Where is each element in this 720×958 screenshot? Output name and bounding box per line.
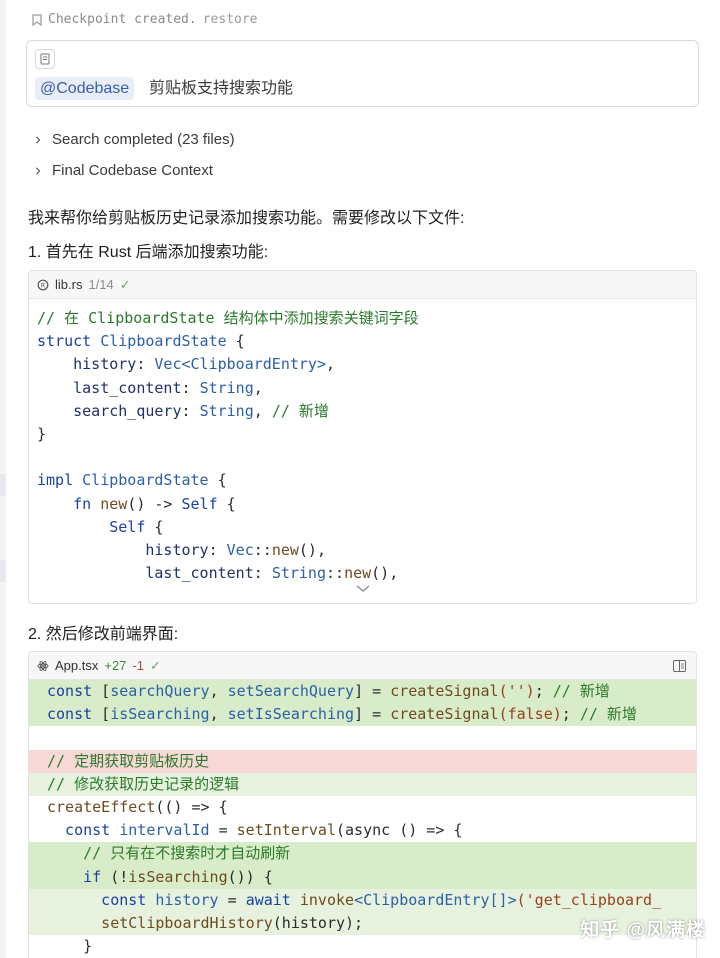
code-line: Self { — [37, 517, 164, 536]
code-line: last_content: String::new(), — [37, 564, 399, 583]
codebase-mention[interactable]: @Codebase — [35, 77, 135, 100]
step-2-heading: 2. 然后修改前端界面: — [28, 626, 179, 643]
lines-added: +27 — [104, 658, 127, 673]
left-panel-marker — [0, 560, 6, 582]
code-block-header: App.tsx +27 -1 ✓ — [29, 652, 696, 680]
code-line: impl ClipboardState { — [37, 471, 227, 490]
watermark: 知乎 @风满楼 — [580, 920, 706, 941]
file-icon — [40, 53, 50, 65]
checkpoint-text: Checkpoint created. — [48, 12, 197, 27]
check-icon: ✓ — [119, 276, 131, 292]
chevron-right-icon — [36, 135, 41, 144]
diff-line-added: const [searchQuery, setSearchQuery] = cr… — [29, 680, 696, 704]
diff-line-added: if (!isSearching()) { — [29, 865, 696, 889]
file-name[interactable]: lib.rs — [55, 277, 82, 292]
code-content: // 在 ClipboardState 结构体中添加搜索关键词字段 struct… — [29, 299, 696, 592]
code-block-lib-rs: R lib.rs 1/14 ✓ // 在 ClipboardState 结构体中… — [28, 270, 697, 604]
diff-line-added: // 修改获取历史记录的逻辑 — [29, 772, 696, 796]
checkpoint-row: Checkpoint created. restore — [32, 12, 258, 27]
restore-link[interactable]: restore — [203, 12, 258, 27]
response-intro: 我来帮你给剪贴板历史记录添加搜索功能。需要修改以下文件: — [28, 210, 465, 227]
code-line: history: Vec<ClipboardEntry>, — [37, 355, 336, 374]
code-line: const intervalId = setInterval(async () … — [47, 821, 463, 840]
diff-line-added: // 只有在不搜索时才自动刷新 — [29, 842, 696, 866]
bookmark-icon — [32, 13, 42, 26]
svg-text:R: R — [41, 282, 45, 289]
search-completed-label: Search completed (23 files) — [52, 131, 235, 148]
diff-line-added: const [isSearching, setIsSearching] = cr… — [29, 703, 696, 727]
diff-line-added: const history = await invoke<ClipboardEn… — [29, 888, 696, 912]
code-line: struct ClipboardState { — [37, 332, 245, 351]
codebase-context-label: Final Codebase Context — [52, 162, 213, 179]
code-line: createEffect(() => { — [47, 797, 228, 816]
step-1-heading: 1. 首先在 Rust 后端添加搜索功能: — [28, 244, 269, 261]
code-line: last_content: String, — [37, 378, 263, 397]
code-line: fn new() -> Self { — [37, 494, 236, 513]
diff-line-removed: // 定期获取剪贴板历史 — [29, 749, 696, 773]
code-line: search_query: String, // 新增 — [37, 401, 329, 420]
chevron-down-icon[interactable] — [356, 585, 370, 593]
code-line: } — [37, 424, 47, 443]
change-counter: 1/14 — [88, 277, 114, 292]
code-block-app-tsx: App.tsx +27 -1 ✓ const [searchQuery, set… — [28, 651, 697, 958]
code-line: // 在 ClipboardState 结构体中添加搜索关键词字段 — [37, 309, 419, 327]
file-name[interactable]: App.tsx — [55, 658, 98, 673]
left-panel-marker — [0, 474, 6, 496]
context-file-chip[interactable] — [35, 49, 55, 69]
code-block-header: R lib.rs 1/14 ✓ — [29, 271, 696, 299]
react-icon — [37, 660, 49, 671]
lines-removed: -1 — [132, 658, 144, 673]
user-query-box[interactable]: @Codebase 剪贴板支持搜索功能 — [26, 40, 699, 107]
query-text: 剪贴板支持搜索功能 — [149, 80, 294, 97]
codebase-context-toggle[interactable]: Final Codebase Context — [34, 162, 213, 179]
rust-icon: R — [37, 279, 49, 290]
diff-view-icon[interactable] — [673, 659, 686, 672]
search-completed-toggle[interactable]: Search completed (23 files) — [34, 131, 235, 148]
left-panel-edge — [0, 0, 6, 958]
check-icon: ✓ — [149, 657, 161, 673]
chevron-right-icon — [36, 166, 41, 175]
code-line: history: Vec::new(), — [37, 540, 326, 559]
